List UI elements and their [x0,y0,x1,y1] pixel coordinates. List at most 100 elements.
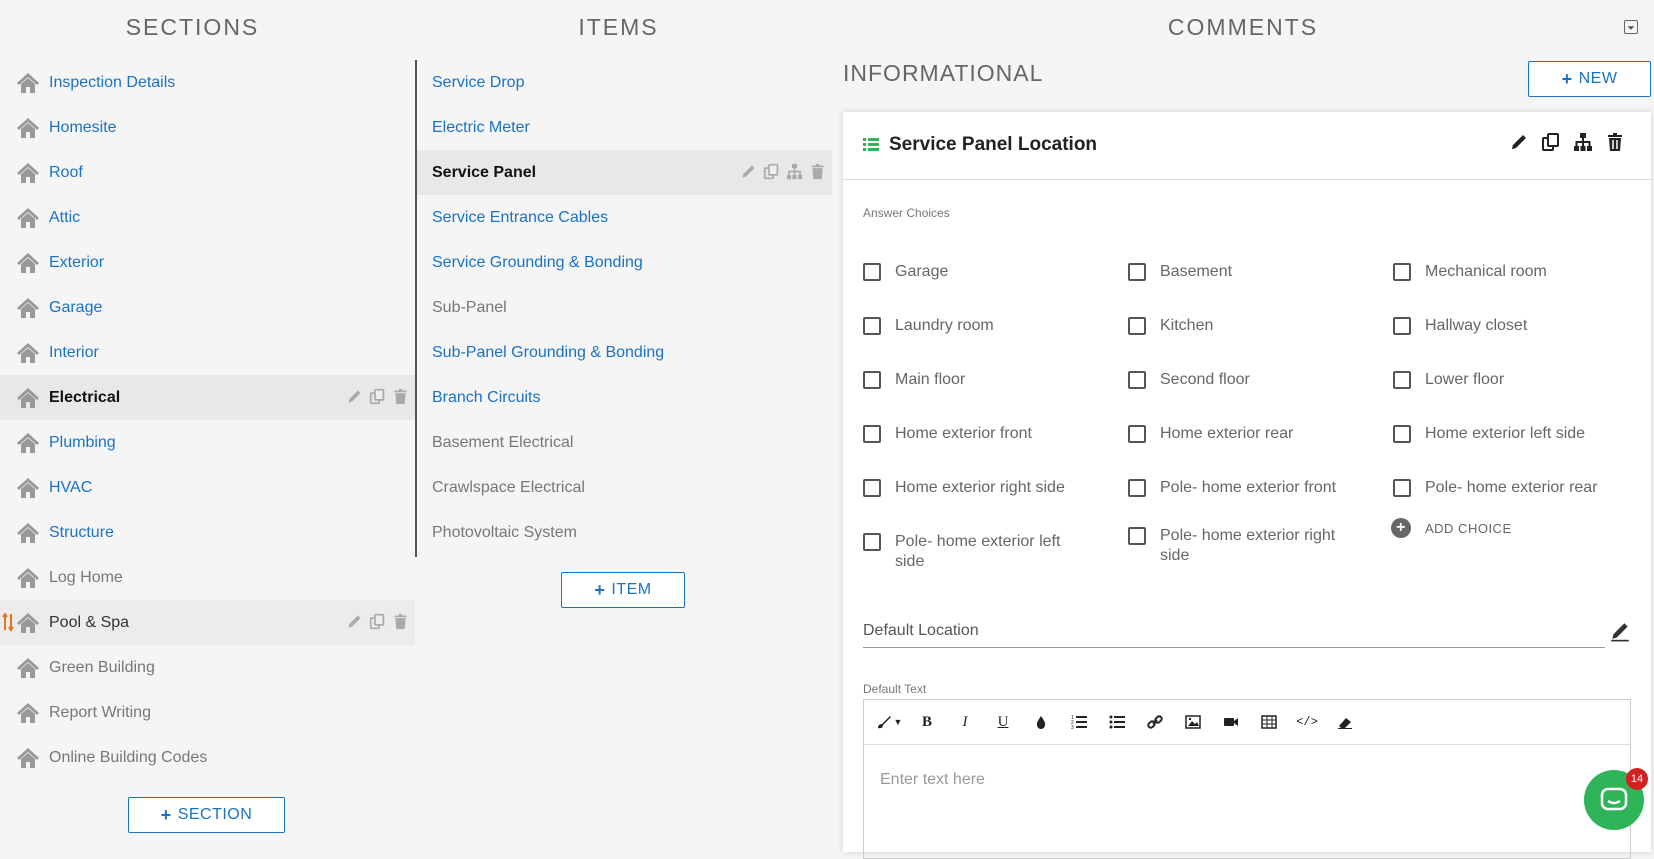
table-icon[interactable] [1250,707,1288,737]
checkbox[interactable] [1128,263,1146,281]
italic-icon[interactable]: I [946,707,984,737]
checkbox[interactable] [863,263,881,281]
answer-choice[interactable]: Home exterior front [863,424,1093,444]
section-item[interactable]: Electrical [0,375,415,420]
trash-icon[interactable] [809,163,826,185]
answer-choice[interactable]: Mechanical room [1393,262,1623,282]
section-item[interactable]: Interior [0,330,415,375]
section-item[interactable]: HVAC [0,465,415,510]
section-item[interactable]: Roof [0,150,415,195]
default-location-edit-icon[interactable] [1609,620,1631,642]
section-item[interactable]: Structure [0,510,415,555]
link-icon[interactable] [1136,707,1174,737]
item-row[interactable]: Sub-Panel [417,285,832,330]
edit-pencil-icon[interactable] [346,388,363,410]
checkbox[interactable] [1393,479,1411,497]
choice-label: Pole- home exterior front [1160,479,1337,496]
item-row[interactable]: Service Grounding & Bonding [417,240,832,285]
item-row[interactable]: Service Drop [417,60,832,105]
section-item[interactable]: Plumbing [0,420,415,465]
section-item[interactable]: Homesite [0,105,415,150]
answer-choice[interactable]: Pole- home exterior right side [1128,526,1358,566]
trash-icon[interactable] [392,613,409,635]
checkbox[interactable] [1128,317,1146,335]
underline-icon[interactable]: U [984,707,1022,737]
checkbox[interactable] [1393,317,1411,335]
default-location-field[interactable]: Default Location [863,622,1605,648]
add-item-button[interactable]: + ITEM [561,572,685,608]
item-row[interactable]: Branch Circuits [417,375,832,420]
copy-icon[interactable] [763,163,780,185]
answer-choice[interactable]: Basement [1128,262,1358,282]
answer-choice[interactable]: Laundry room [863,316,1093,336]
checkbox[interactable] [863,371,881,389]
edit-pencil-icon[interactable] [1509,132,1529,152]
add-section-button[interactable]: + SECTION [128,797,285,833]
item-row[interactable]: Photovoltaic System [417,510,832,555]
answer-choice[interactable]: Home exterior rear [1128,424,1358,444]
answer-choice[interactable]: Pole- home exterior left side [863,532,1093,572]
video-icon[interactable] [1212,707,1250,737]
item-row[interactable]: Crawlspace Electrical [417,465,832,510]
answer-choice[interactable]: Home exterior right side [863,478,1093,498]
answer-choice[interactable]: Second floor [1128,370,1358,390]
item-row[interactable]: Electric Meter [417,105,832,150]
checkbox[interactable] [1128,371,1146,389]
answer-choice[interactable]: Garage [863,262,1093,282]
checkbox[interactable] [1128,527,1146,545]
hierarchy-icon[interactable] [1573,132,1593,152]
editor-placeholder[interactable]: Enter text here [864,745,1630,815]
item-row[interactable]: Sub-Panel Grounding & Bonding [417,330,832,375]
item-row[interactable]: Service Panel [417,150,832,195]
paint-brush-icon[interactable]: ▼ [870,707,908,737]
collapse-toggle-icon[interactable] [1624,20,1638,34]
section-item[interactable]: Green Building [0,645,415,690]
bold-icon[interactable]: B [908,707,946,737]
answer-choice[interactable]: Hallway closet [1393,316,1623,336]
color-drop-icon[interactable] [1022,707,1060,737]
add-choice-button[interactable]: + ADD CHOICE [1391,518,1512,538]
section-item[interactable]: Attic [0,195,415,240]
unordered-list-icon[interactable] [1098,707,1136,737]
copy-icon[interactable] [1541,132,1561,152]
copy-icon[interactable] [369,613,386,635]
hierarchy-icon[interactable] [786,163,803,185]
section-item[interactable]: Inspection Details [0,60,415,105]
copy-icon[interactable] [369,388,386,410]
section-item[interactable]: Exterior [0,240,415,285]
section-item[interactable]: Online Building Codes [0,735,415,780]
code-view-icon[interactable]: </> [1288,707,1326,737]
checkbox[interactable] [863,533,881,551]
answer-choice[interactable]: Lower floor [1393,370,1623,390]
section-item[interactable]: Report Writing [0,690,415,735]
checkbox[interactable] [1128,425,1146,443]
eraser-icon[interactable] [1326,707,1364,737]
edit-pencil-icon[interactable] [346,613,363,635]
trash-icon[interactable] [392,388,409,410]
section-item[interactable]: Pool & Spa [0,600,415,645]
checkbox[interactable] [863,479,881,497]
drag-handle-icon[interactable] [2,612,14,632]
answer-choice[interactable]: Home exterior left side [1393,424,1623,444]
section-item[interactable]: Log Home [0,555,415,600]
image-icon[interactable] [1174,707,1212,737]
section-item[interactable]: Garage [0,285,415,330]
items-list: Service Drop Electric Meter Service Panel S… [415,60,832,557]
add-circle-icon: + [1391,518,1411,538]
answer-choice[interactable]: Main floor [863,370,1093,390]
item-row[interactable]: Service Entrance Cables [417,195,832,240]
checkbox[interactable] [1393,425,1411,443]
checkbox[interactable] [863,425,881,443]
checkbox[interactable] [1393,371,1411,389]
answer-choice[interactable]: Pole- home exterior front [1128,478,1358,498]
answer-choice[interactable]: Pole- home exterior rear [1393,478,1623,498]
new-comment-button[interactable]: + NEW [1528,61,1651,97]
checkbox[interactable] [1128,479,1146,497]
ordered-list-icon[interactable]: 123 [1060,707,1098,737]
trash-icon[interactable] [1605,132,1625,152]
item-row[interactable]: Basement Electrical [417,420,832,465]
checkbox[interactable] [863,317,881,335]
edit-pencil-icon[interactable] [740,163,757,185]
answer-choice[interactable]: Kitchen [1128,316,1358,336]
checkbox[interactable] [1393,263,1411,281]
